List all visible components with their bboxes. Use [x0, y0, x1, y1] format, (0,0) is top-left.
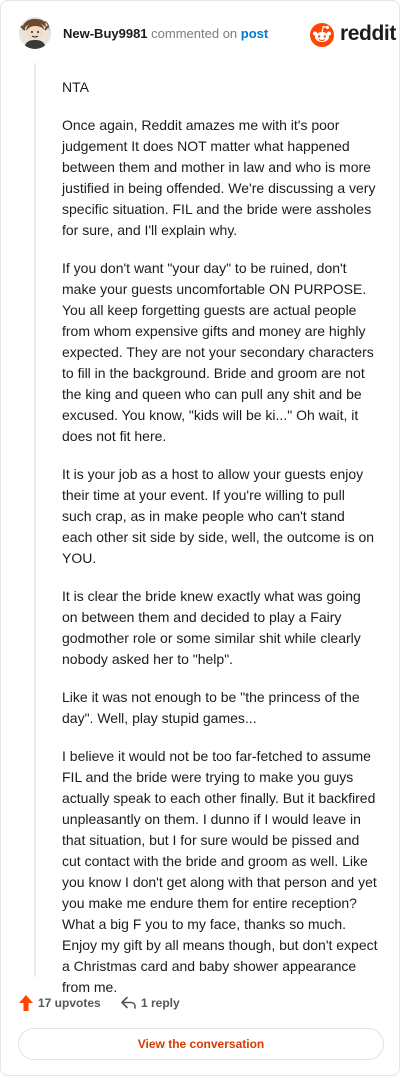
avatar-icon: [19, 17, 51, 49]
username-link[interactable]: New-Buy9981: [63, 26, 148, 41]
comment-card: New-Buy9981 commented on post reddit NTA…: [0, 0, 400, 1076]
upvote-arrow-icon: [19, 995, 33, 1011]
reply-count: 1 reply: [141, 996, 180, 1010]
comment-body: NTA Once again, Reddit amazes me with it…: [62, 77, 378, 1015]
reply-arrow-icon: [121, 996, 136, 1009]
comment-paragraph: NTA: [62, 79, 89, 95]
comment-actions: 17 upvotes 1 reply: [18, 993, 384, 1015]
comment-header: New-Buy9981 commented on post reddit: [17, 15, 396, 51]
reddit-wordmark: reddit: [340, 22, 396, 45]
user-avatar[interactable]: [19, 17, 51, 49]
post-link[interactable]: post: [241, 26, 268, 41]
comment-meta: New-Buy9981 commented on post: [63, 26, 268, 41]
reply-button[interactable]: 1 reply: [120, 993, 200, 1015]
comment-paragraph: I believe it would not be too far-fetche…: [62, 748, 378, 995]
comment-paragraph: Like it was not enough to be "the prince…: [62, 689, 360, 726]
reddit-brand[interactable]: reddit: [310, 21, 396, 47]
comment-paragraph: If you don't want "your day" to be ruine…: [62, 260, 374, 444]
comment-paragraph: It is your job as a host to allow your g…: [62, 466, 375, 566]
view-conversation-button[interactable]: View the conversation: [18, 1028, 384, 1060]
upvote-count: 17 upvotes: [38, 996, 101, 1010]
commented-on-label: commented on: [151, 26, 238, 41]
reddit-logo-icon: [310, 23, 334, 47]
thread-line[interactable]: [34, 63, 36, 977]
comment-paragraph: It is clear the bride knew exactly what …: [62, 588, 361, 667]
comment-paragraph: Once again, Reddit amazes me with it's p…: [62, 117, 376, 238]
